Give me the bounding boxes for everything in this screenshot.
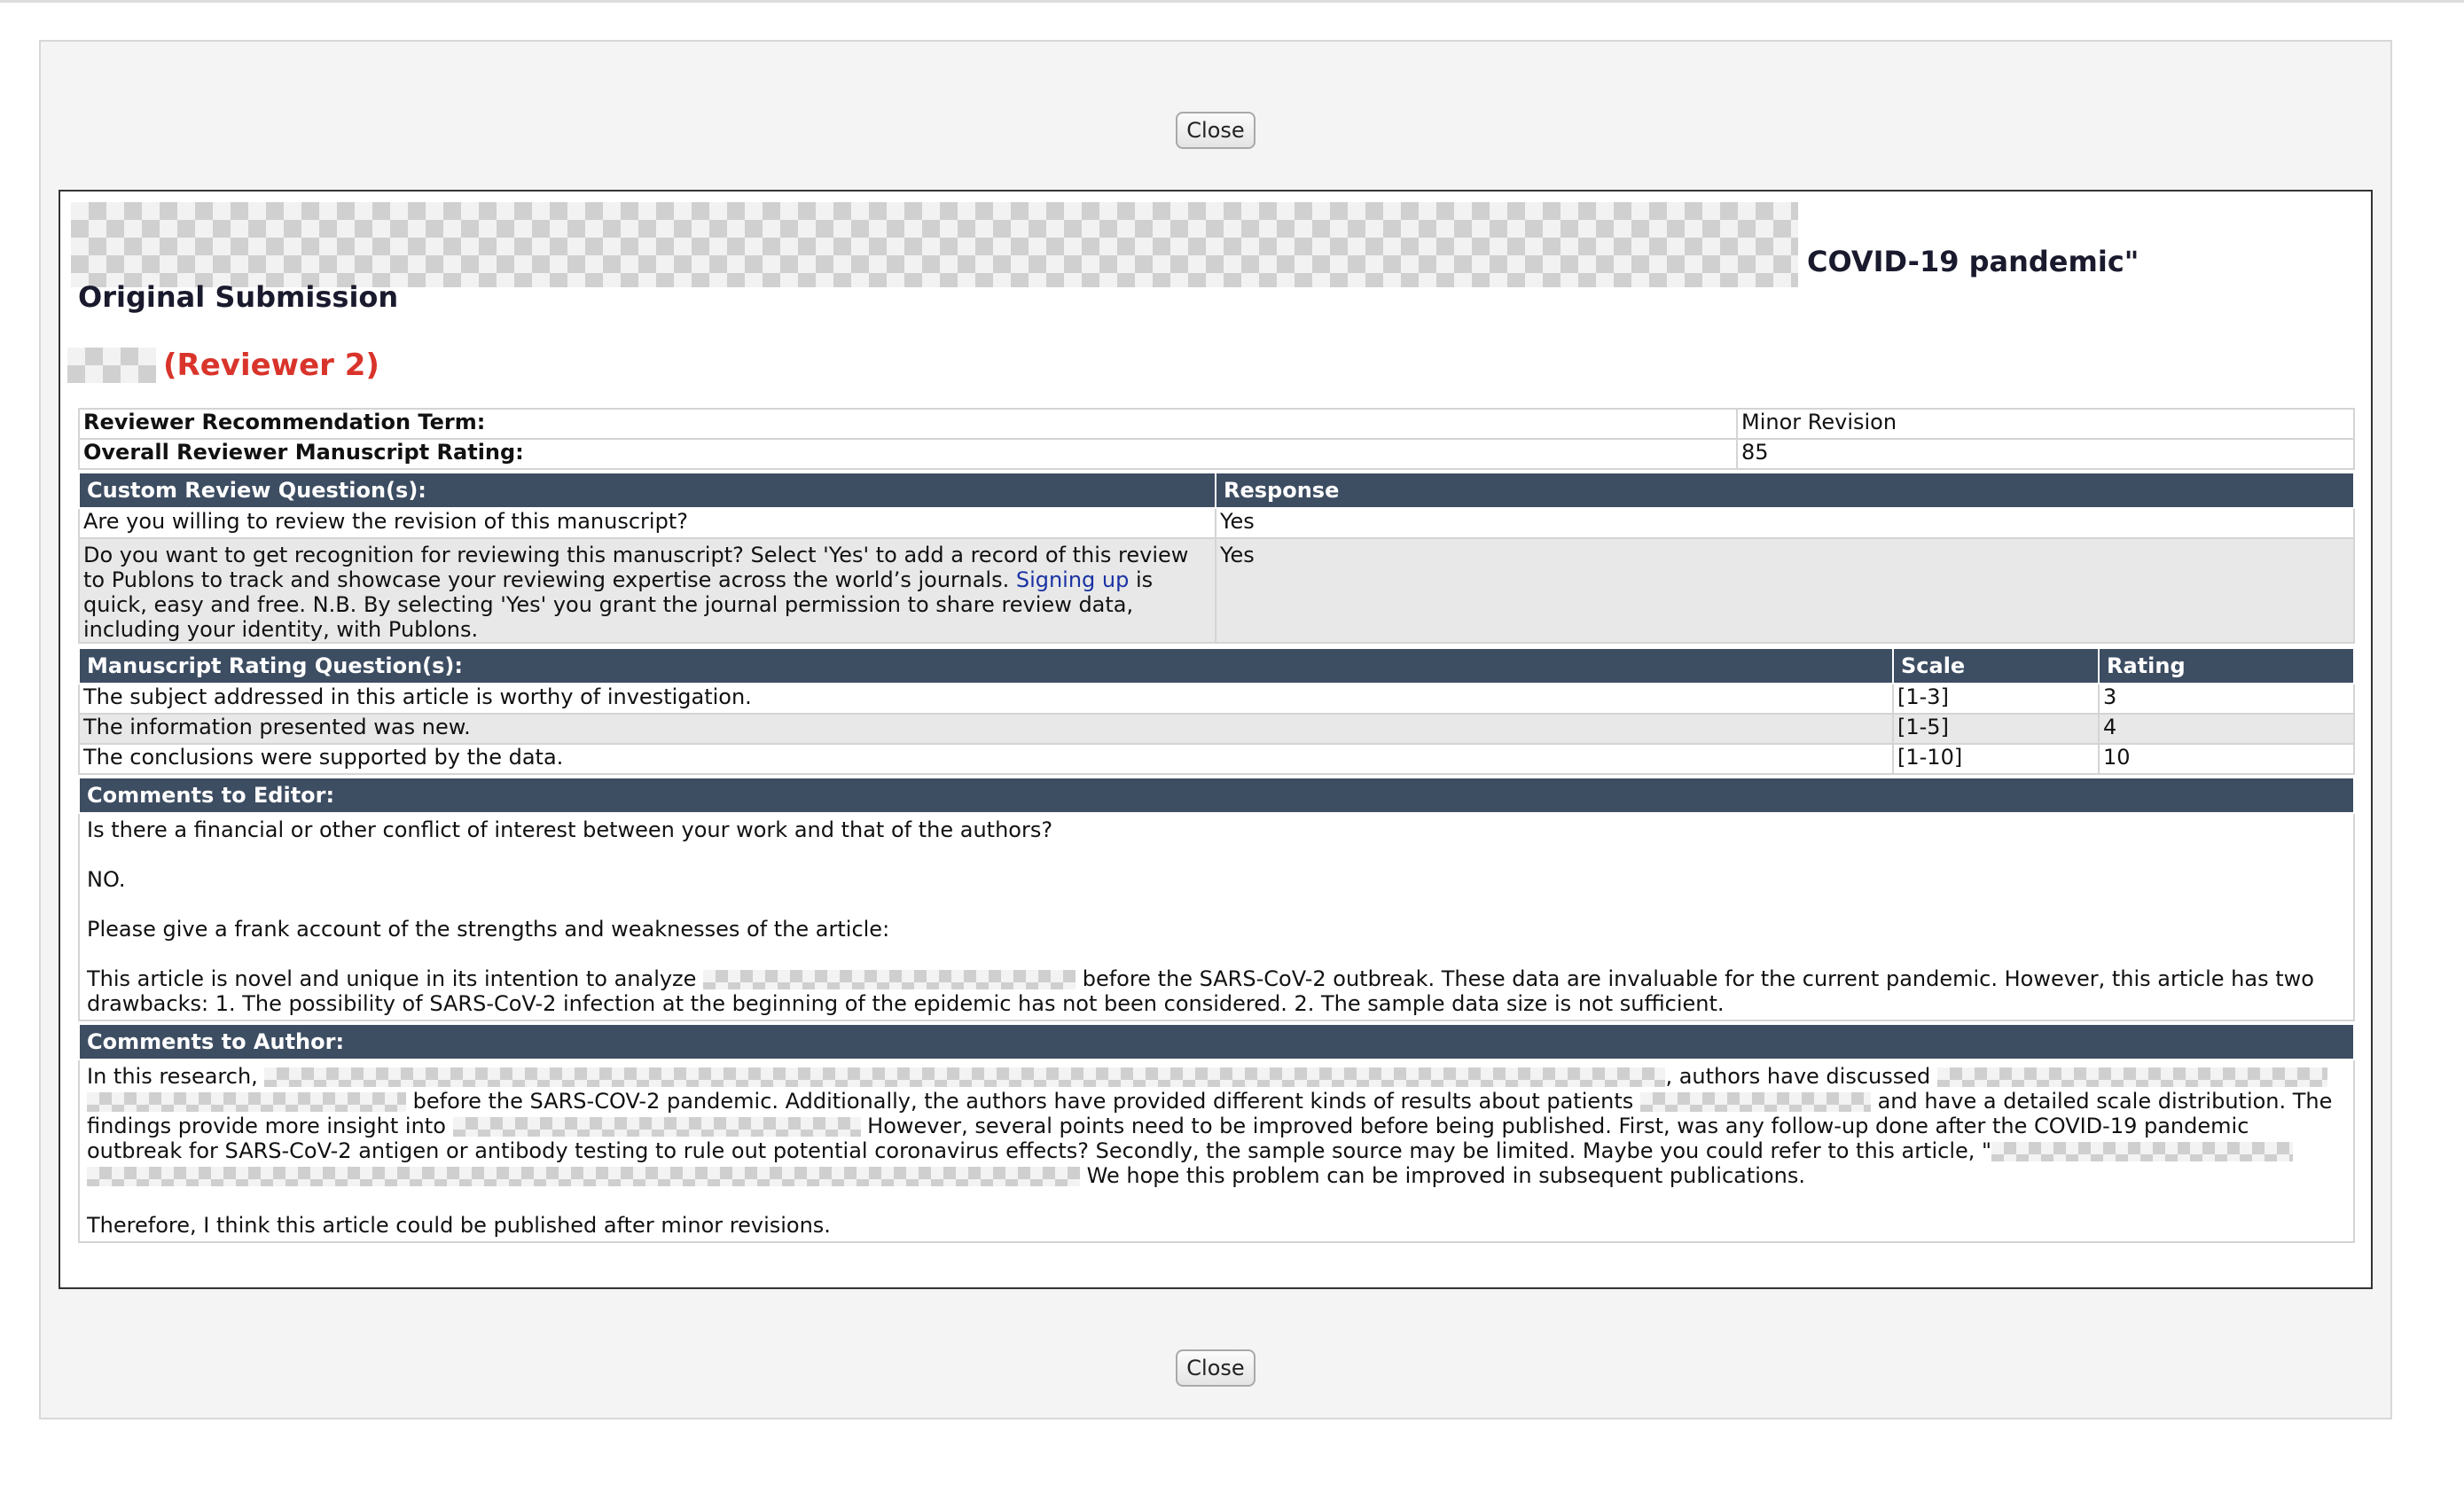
- rating-cell: 4: [2098, 713, 2355, 745]
- redacted-text: [1936, 1067, 2327, 1087]
- editor-paragraph: NO.: [87, 867, 126, 892]
- table-row: The subject addressed in this article is…: [78, 683, 2355, 715]
- reviewer-label: (Reviewer 2): [163, 348, 379, 383]
- editor-paragraph: This article is novel and unique in its …: [87, 966, 2314, 1016]
- submission-label: Original Submission: [78, 280, 399, 314]
- comments-author-body: In this research, , authors have discuss…: [78, 1059, 2355, 1243]
- close-button-bottom[interactable]: Close: [1176, 1349, 1255, 1387]
- manuscript-title: COVID-19 pandemic": [1807, 245, 2139, 278]
- top-border: [0, 0, 2464, 3]
- editor-paragraph: Is there a financial or other conflict o…: [87, 817, 1053, 842]
- summary-label: Overall Reviewer Manuscript Rating:: [78, 438, 1738, 470]
- comments-editor-table: Comments to Editor: Is there a financial…: [78, 777, 2355, 1021]
- comments-editor-header: Comments to Editor:: [78, 777, 2355, 814]
- redacted-text: [264, 1067, 1666, 1087]
- author-paragraph: Therefore, I think this article could be…: [87, 1213, 831, 1238]
- scale-cell: [1-3]: [1892, 683, 2100, 715]
- comments-author-table: Comments to Author: In this research, , …: [78, 1023, 2355, 1243]
- column-header-response: Response: [1215, 472, 2355, 509]
- custom-questions-table: Custom Review Question(s): Response Are …: [78, 472, 2355, 644]
- redacted-text: [87, 1167, 1080, 1186]
- table-row: Overall Reviewer Manuscript Rating: 85: [78, 438, 2355, 470]
- redacted-text: [87, 1092, 406, 1112]
- redacted-text: [1991, 1142, 2294, 1161]
- rating-cell: 3: [2098, 683, 2355, 715]
- table-row: The conclusions were supported by the da…: [78, 743, 2355, 775]
- question-cell: Are you willing to review the revision o…: [78, 507, 1216, 539]
- response-cell: Yes: [1215, 537, 2355, 644]
- author-paragraph: In this research, , authors have discuss…: [87, 1064, 2333, 1188]
- column-header-question: Custom Review Question(s):: [78, 472, 1216, 509]
- scale-cell: [1-5]: [1892, 713, 2100, 745]
- rating-cell: 10: [2098, 743, 2355, 775]
- question-cell: Do you want to get recognition for revie…: [78, 537, 1216, 644]
- question-cell: The subject addressed in this article is…: [78, 683, 1894, 715]
- rating-questions-table: Manuscript Rating Question(s): Scale Rat…: [78, 647, 2355, 775]
- redacted-text: [1639, 1092, 1871, 1112]
- redacted-text: [452, 1117, 861, 1137]
- scale-cell: [1-10]: [1892, 743, 2100, 775]
- close-button-top[interactable]: Close: [1176, 112, 1255, 149]
- signing-up-link[interactable]: Signing up: [1016, 567, 1130, 592]
- summary-label: Reviewer Recommendation Term:: [78, 408, 1738, 440]
- response-cell: Yes: [1215, 507, 2355, 539]
- redacted-text: [703, 970, 1076, 989]
- comments-author-header: Comments to Author:: [78, 1023, 2355, 1060]
- summary-value: 85: [1736, 438, 2355, 470]
- editor-paragraph: Please give a frank account of the stren…: [87, 917, 890, 942]
- question-cell: The conclusions were supported by the da…: [78, 743, 1894, 775]
- column-header-rating: Rating: [2098, 647, 2355, 684]
- question-cell: The information presented was new.: [78, 713, 1894, 745]
- redacted-title: [71, 202, 1798, 287]
- summary-table: Reviewer Recommendation Term: Minor Revi…: [78, 408, 2355, 470]
- table-row: The information presented was new. [1-5]…: [78, 713, 2355, 745]
- summary-value: Minor Revision: [1736, 408, 2355, 440]
- table-row: Reviewer Recommendation Term: Minor Revi…: [78, 408, 2355, 440]
- table-row: Do you want to get recognition for revie…: [78, 537, 2355, 644]
- column-header-scale: Scale: [1892, 647, 2100, 684]
- redacted-reviewer-name: [67, 348, 156, 383]
- comments-editor-body: Is there a financial or other conflict o…: [78, 812, 2355, 1021]
- column-header-question: Manuscript Rating Question(s):: [78, 647, 1894, 684]
- table-row: Are you willing to review the revision o…: [78, 507, 2355, 539]
